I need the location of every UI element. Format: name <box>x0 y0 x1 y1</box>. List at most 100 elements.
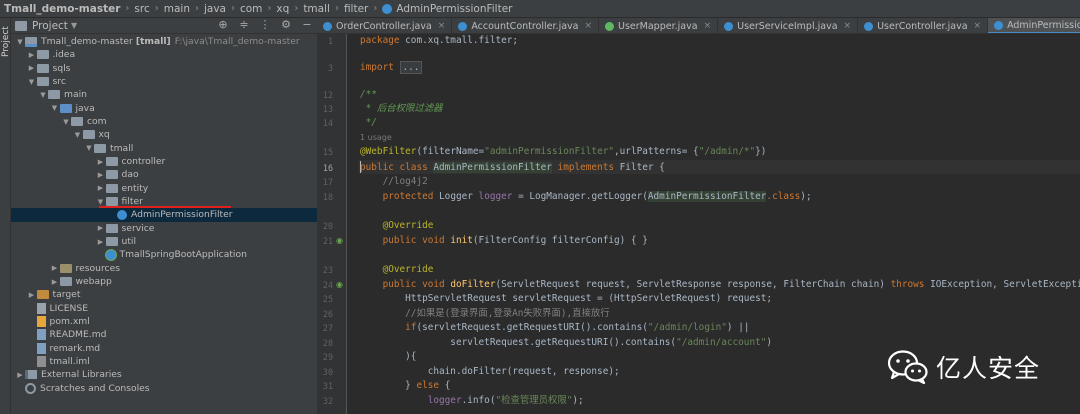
code-token: { <box>444 380 451 391</box>
line-number: 18 <box>322 192 333 202</box>
chevron-right-icon[interactable]: ▶ <box>27 64 37 72</box>
code-token: servletRequest.getRequestURI().contains( <box>360 337 677 348</box>
editor-tab[interactable]: AdminPermissionFilter.java× <box>988 18 1080 33</box>
tree-item[interactable]: ▼ Tmall_demo-master [tmall] F:\java\Tmall_d… <box>11 35 317 48</box>
editor-tab[interactable]: UserServiceImpl.java × <box>718 18 859 33</box>
folder-icon <box>105 237 118 247</box>
folder-icon <box>105 157 118 167</box>
library-icon <box>25 370 37 380</box>
code-token[interactable]: ... <box>399 61 423 74</box>
code-line: */ <box>360 117 377 129</box>
chevron-right-icon[interactable]: ▶ <box>27 291 37 299</box>
chevron-right-icon[interactable]: ▶ <box>96 224 106 232</box>
tree-item[interactable]: ▶ .idea <box>11 48 317 61</box>
target-icon[interactable]: ⊕ <box>217 19 229 31</box>
chevron-down-icon[interactable]: ▼ <box>73 131 83 139</box>
breadcrumb-item[interactable]: AdminPermissionFilter <box>382 3 512 15</box>
tree-item[interactable]: ▼ filter <box>11 195 317 208</box>
hide-icon[interactable]: − <box>301 19 313 31</box>
chevron-down-icon[interactable]: ▼ <box>96 198 106 206</box>
override-marker-icon[interactable]: ◉ <box>336 236 343 246</box>
chevron-down-icon[interactable]: ▼ <box>71 21 77 30</box>
settings-icon[interactable]: ⚙ <box>280 19 292 31</box>
breadcrumb-item[interactable]: src <box>134 3 149 15</box>
tree-item[interactable]: ▶ target <box>11 288 317 301</box>
chevron-right-icon[interactable]: ▶ <box>50 264 60 272</box>
breadcrumb-item[interactable]: Tmall_demo-master <box>4 3 120 15</box>
tree-item-label: Scratches and Consoles <box>40 382 150 394</box>
tree-item[interactable]: ▶ service <box>11 222 317 235</box>
tree-item[interactable]: ▶ External Libraries <box>11 368 317 381</box>
chevron-down-icon[interactable]: ▼ <box>61 118 71 126</box>
breadcrumb: Tmall_demo-master › src › main › java › com › xq › t… <box>0 0 1080 18</box>
tree-item[interactable]: ▼ main <box>11 88 317 101</box>
tree-item[interactable]: ▶ webapp <box>11 275 317 288</box>
chevron-right-icon[interactable]: ▶ <box>96 158 106 166</box>
code-token: if <box>360 322 417 333</box>
close-icon[interactable]: × <box>704 21 712 31</box>
editor-tab[interactable]: UserMapper.java × <box>599 18 719 33</box>
tree-item[interactable]: pom.xml <box>11 315 317 328</box>
breadcrumb-item[interactable]: filter <box>344 3 368 15</box>
chevron-right-icon[interactable]: ▶ <box>50 278 60 286</box>
file-icon <box>36 342 46 354</box>
tree-item[interactable]: ▶ util <box>11 235 317 248</box>
close-icon[interactable]: × <box>844 21 852 31</box>
editor-tab[interactable]: UserController.java × <box>858 18 989 33</box>
tree-item[interactable]: README.md <box>11 328 317 341</box>
folder-icon <box>105 170 118 180</box>
breadcrumb-item[interactable]: java <box>204 3 226 15</box>
chevron-down-icon[interactable]: ▼ <box>50 104 60 112</box>
tree-item[interactable]: LICENSE <box>11 302 317 315</box>
tree-item[interactable]: ▼ tmall <box>11 142 317 155</box>
tree-item[interactable]: ▼ java <box>11 102 317 115</box>
project-panel-title[interactable]: Project <box>32 20 68 32</box>
tree-item[interactable]: ▶ resources <box>11 262 317 275</box>
folder-icon <box>105 197 118 207</box>
tree-item[interactable]: tmall.iml <box>11 355 317 368</box>
editor-tab[interactable]: AccountController.java × <box>452 18 600 33</box>
editor-tab[interactable]: OrderController.java × <box>317 18 453 33</box>
code-line: HttpServletRequest servletRequest = (Htt… <box>360 293 772 305</box>
folder-icon <box>48 90 60 100</box>
breadcrumb-item[interactable]: tmall <box>303 3 330 15</box>
more-icon[interactable]: ⋮ <box>259 19 271 31</box>
chevron-down-icon[interactable]: ▼ <box>84 144 94 152</box>
tree-item[interactable]: AdminPermissionFilter <box>11 208 317 222</box>
folder-icon <box>36 50 49 60</box>
tree-item[interactable]: ▼ src <box>11 75 317 88</box>
tree-item[interactable]: remark.md <box>11 342 317 355</box>
line-number: 13 <box>322 104 333 114</box>
breadcrumb-item[interactable]: com <box>240 3 262 15</box>
code-token: .class <box>766 191 801 202</box>
project-tool-window-button[interactable]: Project <box>1 26 11 57</box>
line-number-gutter: 1 3 12 13 14 15 16 17 18 20 21 ◉ 23 24 ◉ 25 26 27 28 29 30 31… <box>317 34 347 414</box>
tree-item[interactable]: ▶ dao <box>11 168 317 181</box>
breadcrumb-item[interactable]: main <box>164 3 190 15</box>
tree-item[interactable]: ▼ xq <box>11 128 317 141</box>
chevron-down-icon[interactable]: ▼ <box>15 38 25 46</box>
chevron-right-icon[interactable]: ▶ <box>96 184 106 192</box>
tree-item[interactable]: ▶ sqls <box>11 62 317 75</box>
chevron-right-icon[interactable]: ▶ <box>96 171 106 179</box>
line-number: 1 <box>327 36 333 46</box>
collapse-icon[interactable]: ≑ <box>238 19 250 31</box>
tree-item[interactable]: ▶ entity <box>11 182 317 195</box>
chevron-down-icon[interactable]: ▼ <box>27 78 37 86</box>
chevron-right-icon[interactable]: ▶ <box>27 51 37 59</box>
chevron-down-icon[interactable]: ▼ <box>38 91 48 99</box>
chevron-right-icon[interactable]: ▶ <box>96 238 106 246</box>
tree-item[interactable]: Scratches and Consoles <box>11 382 317 395</box>
close-icon[interactable]: × <box>974 21 982 31</box>
chevron-right-icon[interactable]: ▶ <box>15 371 25 379</box>
override-marker-icon[interactable]: ◉ <box>336 280 343 290</box>
tree-item[interactable]: ▶ controller <box>11 155 317 168</box>
code-token: (servletRequest.getRequestURI().contains… <box>416 322 648 333</box>
close-icon[interactable]: × <box>584 21 592 31</box>
tree-item[interactable]: TmallSpringBootApplication <box>11 248 317 261</box>
close-icon[interactable]: × <box>438 21 446 31</box>
tree-item[interactable]: ▼ com <box>11 115 317 128</box>
line-number: 25 <box>322 294 333 304</box>
breadcrumb-item[interactable]: xq <box>276 3 289 15</box>
